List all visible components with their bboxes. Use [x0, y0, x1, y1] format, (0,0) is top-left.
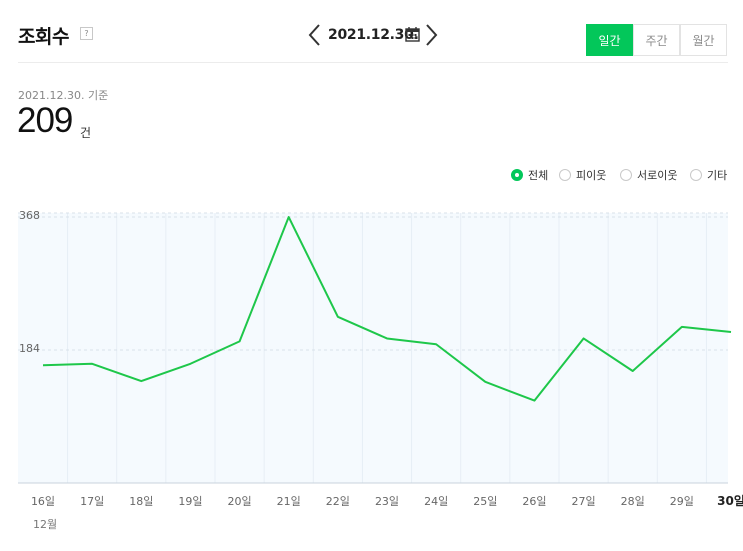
filter-other-radio[interactable]: 기타 [690, 167, 727, 183]
tab-daily[interactable]: 일간 [586, 24, 633, 56]
x-tick-label: 22일 [326, 494, 350, 508]
x-tick-label: 25일 [473, 494, 497, 508]
radio-icon [559, 169, 571, 181]
plot-area [18, 213, 728, 483]
header-divider [18, 62, 728, 63]
radio-icon [620, 169, 632, 181]
count-unit: 건 [80, 126, 92, 140]
help-icon[interactable]: ? [80, 27, 93, 40]
x-tick-label: 18일 [129, 494, 153, 508]
x-tick-label: 29일 [670, 494, 694, 508]
tab-monthly[interactable]: 월간 [680, 24, 727, 56]
next-date-button[interactable] [422, 22, 440, 48]
filter-neighbor-radio[interactable]: 피이웃 [559, 167, 606, 183]
x-tick-label: 26일 [522, 494, 546, 508]
filter-label: 기타 [707, 169, 728, 182]
views-line-chart: 184 368 16일 17일 18일 19일 20일 21일 22일 23일 24일 25일 26일 2… [18, 209, 743, 508]
y-tick-label: 368 [19, 209, 40, 222]
x-tick-label: 16일 [31, 494, 55, 508]
x-tick-label: 19일 [178, 494, 202, 508]
total-count: 209 [17, 101, 73, 140]
calendar-icon[interactable] [405, 26, 420, 42]
month-label: 12월 [33, 518, 58, 531]
x-tick-label: 24일 [424, 494, 448, 508]
chevron-left-icon [308, 24, 320, 46]
radio-icon [690, 169, 702, 181]
chevron-right-icon [426, 24, 438, 46]
filter-label: 전체 [528, 169, 549, 182]
x-tick-label: 27일 [572, 494, 596, 508]
prev-date-button[interactable] [306, 22, 324, 48]
filter-label: 피이웃 [576, 169, 607, 182]
y-tick-label: 184 [19, 342, 40, 355]
x-tick-label: 21일 [277, 494, 301, 508]
filter-all-radio[interactable]: 전체 [511, 167, 548, 183]
x-tick-label: 17일 [80, 494, 104, 508]
page-title: 조회수 [18, 26, 69, 48]
x-tick-label: 30일 [717, 494, 743, 508]
x-tick-label: 28일 [621, 494, 645, 508]
radio-selected-icon [511, 169, 523, 181]
x-tick-label: 20일 [228, 494, 252, 508]
tab-weekly[interactable]: 주간 [633, 24, 680, 56]
filter-mutual-radio[interactable]: 서로이웃 [620, 167, 677, 183]
filter-label: 서로이웃 [637, 169, 678, 182]
x-tick-label: 23일 [375, 494, 399, 508]
